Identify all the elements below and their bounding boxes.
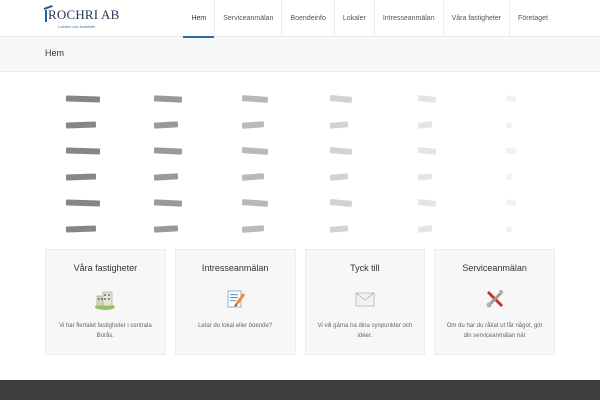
slider-strip — [505, 121, 513, 129]
form-pencil-icon — [227, 290, 246, 308]
logo-text: ROCHRI AB — [48, 7, 120, 22]
feature-title: Tyck till — [350, 263, 380, 273]
site-logo[interactable]: ROCHRI AB Lokaler och bostäder — [44, 6, 119, 30]
nav-item-serviceanmalan[interactable]: Serviceanmälan — [215, 0, 281, 37]
feature-box-intresseanmalan[interactable]: Intresseanmälan Letar du lokal eller boe… — [174, 249, 296, 355]
slider-strip — [153, 225, 179, 233]
tools-icon — [486, 290, 503, 308]
feature-box-tyck-till[interactable]: Tyck till Vi vill gärna ha dina synpunkt… — [304, 249, 426, 355]
slider-strip — [65, 225, 97, 233]
nav-item-foretaget[interactable]: Företaget — [510, 0, 556, 37]
slider-strip — [65, 173, 97, 181]
image-slider[interactable] — [44, 80, 556, 245]
slider-strip — [153, 199, 183, 207]
slider-strip — [505, 95, 517, 103]
slider-strip — [505, 173, 513, 181]
slider-strip — [417, 121, 433, 129]
nav-item-intresseanmalan[interactable]: Intresseanmälan — [375, 0, 443, 37]
main-nav: Hem Serviceanmälan Boendeinfo Lokaler In… — [183, 0, 556, 38]
page-title: Hem — [45, 48, 65, 58]
feature-box-fastigheter[interactable]: Våra fastigheter Vi har flertalet fastig… — [45, 249, 166, 355]
slider-strip — [329, 121, 349, 129]
nav-item-vara-fastigheter[interactable]: Våra fastigheter — [444, 0, 509, 37]
feature-text: Vi vill gärna ha dina synpunkter och idé… — [317, 323, 413, 339]
feature-box-serviceanmalan[interactable]: Serviceanmälan Om du har du råkat ut får… — [434, 249, 555, 355]
slider-strip — [417, 173, 433, 181]
slider-strip — [417, 199, 437, 207]
slider-strip — [329, 173, 349, 181]
slider-strip — [153, 95, 183, 103]
slider-strip — [417, 225, 433, 233]
slider-strip — [153, 173, 179, 181]
slider-strip — [65, 199, 101, 207]
slider-strip — [241, 225, 265, 233]
slider-strip — [153, 147, 183, 155]
feature-boxes: Våra fastigheter Vi har flertalet fastig… — [45, 249, 555, 355]
slider-strip — [417, 95, 437, 103]
nav-item-lokaler[interactable]: Lokaler — [335, 0, 374, 37]
slider-strip — [329, 225, 349, 233]
nav-item-hem[interactable]: Hem — [183, 0, 215, 38]
slider-strip — [329, 95, 353, 103]
feature-text: Om du har du råkat ut får något, gör din… — [446, 323, 543, 339]
logo-tagline: Lokaler och bostäder — [58, 24, 96, 29]
slider-strip — [65, 95, 101, 103]
site-footer — [0, 380, 600, 400]
slider-strip — [505, 147, 517, 155]
slider-strip — [65, 147, 101, 155]
slider-strip — [241, 121, 265, 129]
nav-item-boendeinfo[interactable]: Boendeinfo — [282, 0, 333, 37]
envelope-icon — [355, 292, 375, 307]
slider-strip — [505, 199, 517, 207]
slider-strip — [241, 173, 265, 181]
slider-strip — [153, 121, 179, 129]
feature-title: Intresseanmälan — [201, 263, 269, 273]
feature-text: Vi har flertalet fastigheter i centrala … — [59, 323, 152, 339]
feature-title: Serviceanmälan — [462, 263, 527, 273]
slider-strip — [65, 121, 97, 129]
slider-strip — [505, 225, 513, 233]
site-header: ROCHRI AB Lokaler och bostäder Hem Servi… — [0, 0, 600, 38]
buildings-icon — [95, 291, 116, 310]
page-title-bar: Hem — [0, 38, 600, 72]
slider-strip — [241, 95, 269, 103]
slider-strip — [417, 147, 437, 155]
feature-title: Våra fastigheter — [73, 263, 138, 273]
slider-strip — [241, 147, 269, 155]
slider-strip — [329, 199, 353, 207]
slider-strip — [329, 147, 353, 155]
slider-strip — [241, 199, 269, 207]
feature-text: Letar du lokal eller boende? — [198, 323, 273, 329]
